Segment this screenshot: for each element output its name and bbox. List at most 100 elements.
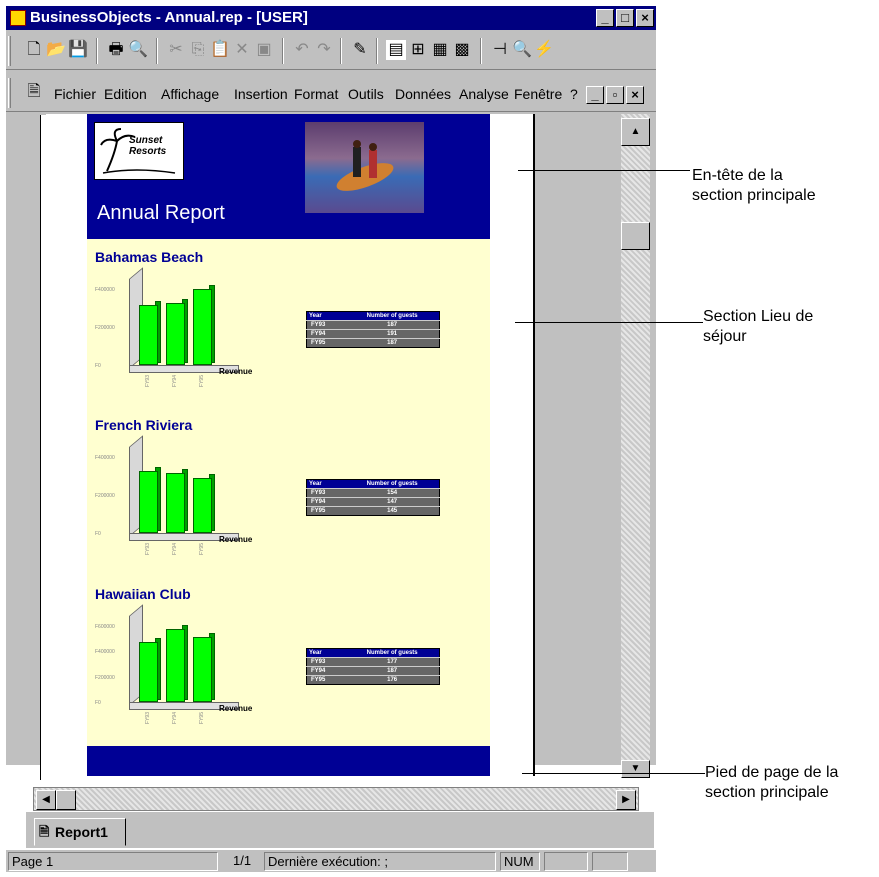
menu-insertion[interactable]: Insertion: [234, 86, 288, 102]
revenue-bar[interactable]: [139, 642, 158, 702]
print-preview-icon[interactable]: 🔍: [128, 40, 148, 60]
close-button[interactable]: ×: [636, 9, 654, 27]
menu-affichage[interactable]: Affichage: [161, 86, 219, 102]
revenue-chart[interactable]: F600000 F400000 F200000 F0 FY93 FY94 FY95 Reven…: [95, 604, 265, 731]
table-row[interactable]: FY95 145: [306, 506, 440, 516]
horizontal-scrollbar[interactable]: ◀ ▶: [33, 787, 639, 811]
table-row[interactable]: FY93 187: [306, 320, 440, 330]
revenue-bar[interactable]: [139, 471, 158, 533]
save-icon[interactable]: 💾: [68, 40, 88, 60]
vertical-scrollbar[interactable]: ▲ ▼: [621, 114, 650, 778]
format-painter-icon[interactable]: ✎: [350, 40, 370, 60]
menu-grip[interactable]: [8, 78, 11, 108]
app-icon: [10, 10, 26, 26]
hscroll-thumb[interactable]: [56, 790, 76, 810]
document-icon[interactable]: 🗎: [24, 82, 44, 102]
zoom-icon[interactable]: 🔍: [512, 40, 532, 60]
clear-icon[interactable]: ▣: [254, 40, 274, 60]
guests-cell: 187: [345, 338, 440, 348]
new-file-icon[interactable]: 🗋: [24, 40, 44, 60]
menu-edition[interactable]: Edition: [104, 86, 147, 102]
menu-help[interactable]: ?: [570, 86, 578, 102]
revenue-bar[interactable]: [193, 478, 212, 533]
table-row[interactable]: FY95 187: [306, 338, 440, 348]
guests-table[interactable]: Year Number of guests FY93 187 FY94 191 FY95 18…: [306, 311, 440, 348]
table-row[interactable]: FY93 177: [306, 657, 440, 667]
scroll-left-icon[interactable]: ◀: [36, 790, 56, 810]
report-tab-icon: 🗎: [39, 824, 50, 839]
table-row[interactable]: FY95 176: [306, 675, 440, 685]
chart-revenue-label: Revenue: [219, 704, 253, 713]
chart-revenue-label: Revenue: [219, 535, 253, 544]
print-icon[interactable]: 🖶: [106, 40, 126, 60]
doc-restore-button[interactable]: ▫: [606, 86, 624, 104]
tab-report1[interactable]: 🗎 Report1: [34, 818, 126, 846]
table-header-cell: Year: [306, 648, 346, 658]
cut-icon[interactable]: ✂: [166, 40, 186, 60]
revenue-chart[interactable]: F400000 F200000 F0 FY93 FY94 FY95 Revenue: [95, 267, 265, 394]
y-tick-label: F200000: [95, 674, 115, 681]
annotation-header: En-tête de la section principale: [692, 167, 816, 204]
table-row[interactable]: FY94 147: [306, 497, 440, 507]
doc-close-button[interactable]: ×: [626, 86, 644, 104]
year-cell: FY93: [306, 320, 346, 330]
page-left-margin: [46, 114, 87, 776]
table-row[interactable]: FY93 154: [306, 488, 440, 498]
revenue-bar[interactable]: [166, 303, 185, 365]
scroll-down-icon[interactable]: ▼: [621, 760, 650, 778]
guests-table[interactable]: Year Number of guests FY93 154 FY94 147 FY95 14…: [306, 479, 440, 516]
year-cell: FY93: [306, 488, 346, 498]
menu-analyse[interactable]: Analyse: [459, 86, 509, 102]
insert-column-icon[interactable]: ⊣: [490, 40, 510, 60]
annotation-line-section: [515, 322, 703, 323]
scroll-thumb[interactable]: [621, 222, 650, 250]
resort-title: Bahamas Beach: [95, 249, 204, 265]
y-tick-label: F0: [95, 700, 101, 706]
undo-icon[interactable]: ↶: [292, 40, 312, 60]
menu-outils[interactable]: Outils: [348, 86, 384, 102]
report-title: Annual Report: [97, 202, 225, 224]
revenue-bar[interactable]: [166, 629, 185, 702]
menu-format[interactable]: Format: [294, 86, 338, 102]
revenue-chart[interactable]: F400000 F200000 F0 FY93 FY94 FY95 Revenue: [95, 435, 265, 562]
maximize-button[interactable]: □: [616, 9, 634, 27]
copy-icon[interactable]: ⎘: [188, 40, 208, 60]
revenue-bar[interactable]: [139, 305, 158, 365]
table-row[interactable]: FY94 191: [306, 329, 440, 339]
guests-table[interactable]: Year Number of guests FY93 177 FY94 187 FY95 17…: [306, 648, 440, 685]
open-folder-icon[interactable]: 📂: [46, 40, 66, 60]
title-bar[interactable]: BusinessObjects - Annual.rep - [USER] _ …: [6, 6, 656, 30]
minimize-button[interactable]: _: [596, 9, 614, 27]
structure-view-icon[interactable]: ▤: [386, 40, 406, 60]
table-row[interactable]: FY94 187: [306, 666, 440, 676]
paste-icon[interactable]: 📋: [210, 40, 230, 60]
report-footer-section[interactable]: [87, 746, 490, 776]
y-tick-label: F400000: [95, 287, 115, 293]
report-page: Sunset Resorts Annual Report Bahamas Bea…: [87, 114, 490, 776]
year-cell: FY94: [306, 497, 346, 507]
table-icon[interactable]: ▦: [430, 40, 450, 60]
table-header-cell: Number of guests: [345, 311, 440, 321]
resort-title: French Riviera: [95, 417, 193, 433]
slice-dice-icon[interactable]: ⊞: [408, 40, 428, 60]
menu-bar: 🗎 Fichier Edition Affichage Insertion Fo…: [6, 74, 656, 112]
logo-text: Sunset Resorts: [129, 135, 167, 157]
drill-icon[interactable]: ⚡: [534, 40, 554, 60]
x-tick-label: FY95: [199, 712, 205, 724]
scroll-right-icon[interactable]: ▶: [616, 790, 636, 810]
report-header-section[interactable]: Sunset Resorts Annual Report: [87, 114, 490, 239]
menu-fenetre[interactable]: Fenêtre: [514, 86, 562, 102]
crosstab-icon[interactable]: ▩: [452, 40, 472, 60]
guests-cell: 177: [345, 657, 440, 667]
menu-fichier[interactable]: Fichier: [54, 86, 96, 102]
scroll-up-icon[interactable]: ▲: [621, 118, 650, 146]
table-header-cell: Year: [306, 311, 346, 321]
menu-donnees[interactable]: Données: [395, 86, 451, 102]
toolbar-grip[interactable]: [8, 36, 11, 66]
doc-minimize-button[interactable]: _: [586, 86, 604, 104]
revenue-bar[interactable]: [166, 473, 185, 533]
delete-icon[interactable]: ✕: [232, 40, 252, 60]
redo-icon[interactable]: ↷: [314, 40, 334, 60]
revenue-bar[interactable]: [193, 289, 212, 365]
revenue-bar[interactable]: [193, 637, 212, 702]
